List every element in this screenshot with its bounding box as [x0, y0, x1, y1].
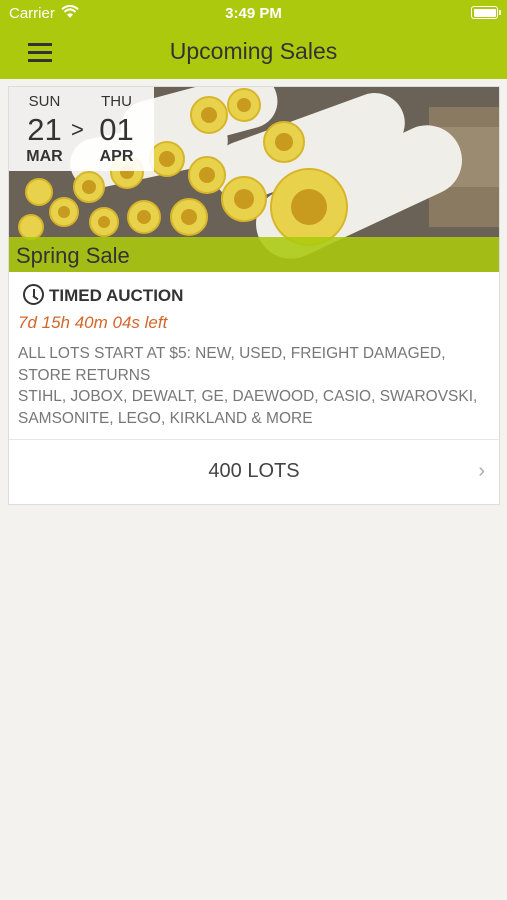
- status-bar: Carrier 3:49 PM: [0, 0, 507, 28]
- app-header: Carrier 3:49 PM Upcoming Sales: [0, 0, 507, 79]
- chevron-right-icon: ›: [478, 460, 485, 482]
- auction-type-label: TIMED AUCTION: [49, 286, 184, 305]
- sale-name: Spring Sale: [16, 243, 130, 268]
- sale-description: ALL LOTS START AT $5: NEW, USED, FREIGHT…: [18, 345, 478, 427]
- end-weekday: THU: [101, 93, 132, 110]
- view-lots-button[interactable]: 400 LOTS ›: [9, 440, 499, 505]
- sale-image: SUN 21 MAR > THU 01 APR Spring Sale: [9, 87, 499, 272]
- countdown-timer: 7d 15h 40m 04s left: [18, 313, 168, 332]
- start-weekday: SUN: [28, 93, 61, 110]
- page-title: Upcoming Sales: [169, 38, 338, 64]
- sale-card[interactable]: SUN 21 MAR > THU 01 APR Spring Sale TIME…: [8, 86, 500, 505]
- end-month: APR: [99, 148, 134, 165]
- lots-count: 400 LOTS: [208, 460, 300, 482]
- battery-icon: [471, 6, 501, 19]
- sale-name-band: Spring Sale: [9, 237, 499, 272]
- auction-type: TIMED AUCTION: [23, 284, 183, 306]
- start-day: 21: [27, 112, 62, 147]
- end-day: 01: [99, 112, 134, 147]
- clock-time: 3:49 PM: [225, 5, 282, 22]
- start-month: MAR: [26, 148, 63, 165]
- date-separator: >: [71, 117, 84, 142]
- clock-icon: [23, 284, 44, 305]
- sale-date-range: SUN 21 MAR > THU 01 APR: [9, 87, 154, 171]
